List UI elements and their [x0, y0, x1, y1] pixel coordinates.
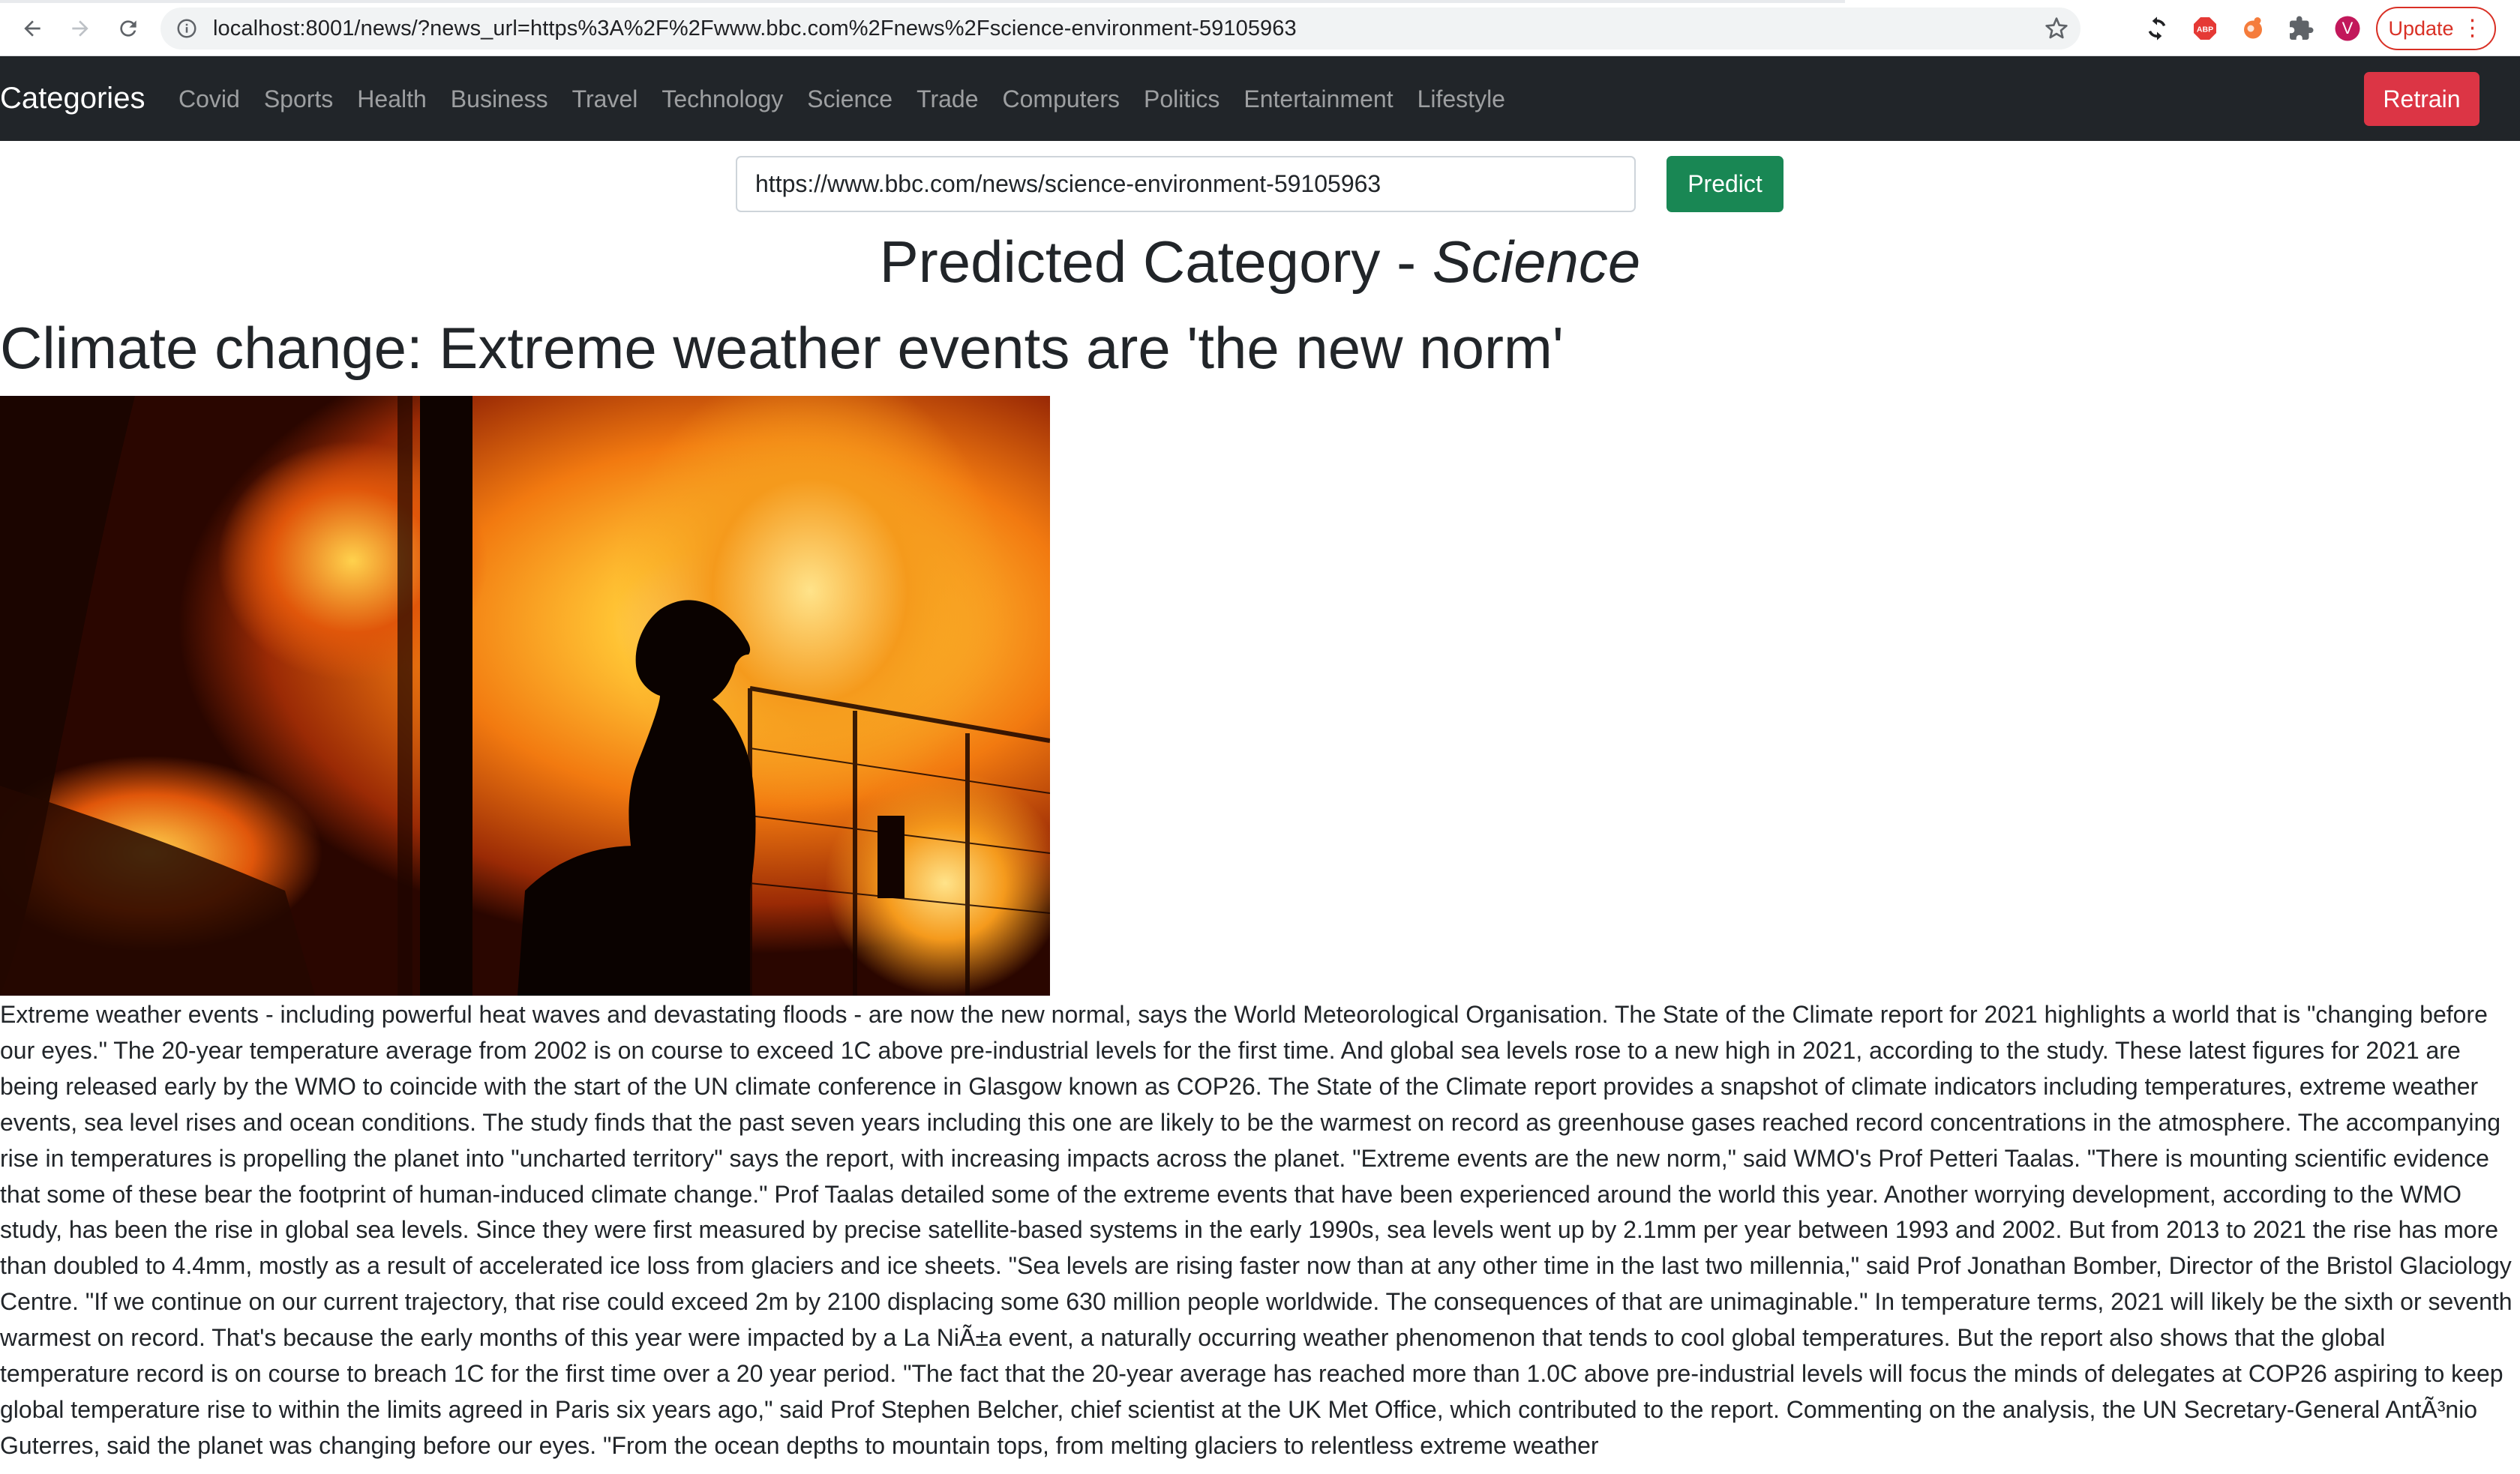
tab-strip — [0, 0, 1845, 3]
article-body: Extreme weather events - including power… — [0, 1001, 2512, 1459]
back-button[interactable] — [15, 13, 50, 43]
sync-icon — [2148, 16, 2166, 40]
predicted-category-prefix: Predicted Category - — [879, 229, 1432, 295]
nav-link-politics[interactable]: Politics — [1144, 85, 1220, 113]
article-image — [0, 396, 1050, 996]
bookmark-star-icon[interactable] — [2044, 16, 2068, 40]
update-button[interactable]: Update ⋮ — [2376, 7, 2496, 50]
extensions-menu[interactable] — [2288, 15, 2314, 42]
nav-link-lifestyle[interactable]: Lifestyle — [1418, 85, 1505, 113]
adblock-plus-icon: ABP — [2194, 17, 2216, 40]
reload-button[interactable] — [111, 13, 146, 43]
nav-link-covid[interactable]: Covid — [178, 85, 240, 113]
avatar-initial: V — [2342, 19, 2354, 37]
predict-button[interactable]: Predict — [1666, 156, 1784, 212]
update-label: Update — [2388, 16, 2454, 40]
nav-link-travel[interactable]: Travel — [572, 85, 638, 113]
profile-avatar[interactable]: V — [2334, 15, 2361, 42]
sync-extension[interactable] — [2144, 15, 2170, 42]
address-bar[interactable]: localhost:8001/news/?news_url=https%3A%2… — [160, 7, 2080, 49]
retrain-button[interactable]: Retrain — [2364, 72, 2480, 126]
nav-link-science[interactable]: Science — [807, 85, 892, 113]
arrow-left-icon — [24, 20, 40, 37]
browser-toolbar: localhost:8001/news/?news_url=https%3A%2… — [0, 0, 2520, 56]
puzzle-icon — [2290, 16, 2314, 40]
nav-link-business[interactable]: Business — [451, 85, 548, 113]
article-headline: Climate change: Extreme weather events a… — [0, 315, 1564, 381]
adblock-plus-extension[interactable]: ABP — [2192, 15, 2218, 42]
nav-link-technology[interactable]: Technology — [662, 85, 783, 113]
news-url-input[interactable] — [736, 156, 1636, 212]
category-navbar: Categories Covid Sports Health Business … — [0, 56, 2520, 141]
address-bar-url[interactable]: localhost:8001/news/?news_url=https%3A%2… — [213, 16, 1297, 41]
predicted-category-value: Science — [1432, 229, 1641, 295]
nav-link-sports[interactable]: Sports — [264, 85, 333, 113]
reload-icon — [120, 20, 136, 37]
nav-link-entertainment[interactable]: Entertainment — [1244, 85, 1393, 113]
more-vert-icon: ⋮ — [2461, 16, 2484, 40]
extension-icon — [2244, 17, 2262, 39]
nav-link-health[interactable]: Health — [357, 85, 427, 113]
nav-link-trade[interactable]: Trade — [916, 85, 978, 113]
navbar-brand[interactable]: Categories — [0, 82, 145, 115]
forward-button[interactable] — [63, 13, 98, 43]
orange-extension[interactable] — [2240, 15, 2266, 42]
info-icon[interactable] — [176, 17, 198, 40]
category-links: Covid Sports Health Business Travel Tech… — [178, 85, 1529, 113]
arrow-right-icon — [72, 20, 88, 37]
svg-text:ABP: ABP — [2197, 25, 2213, 34]
predicted-category-heading: Predicted Category - Science — [0, 227, 2520, 298]
nav-link-computers[interactable]: Computers — [1003, 85, 1120, 113]
